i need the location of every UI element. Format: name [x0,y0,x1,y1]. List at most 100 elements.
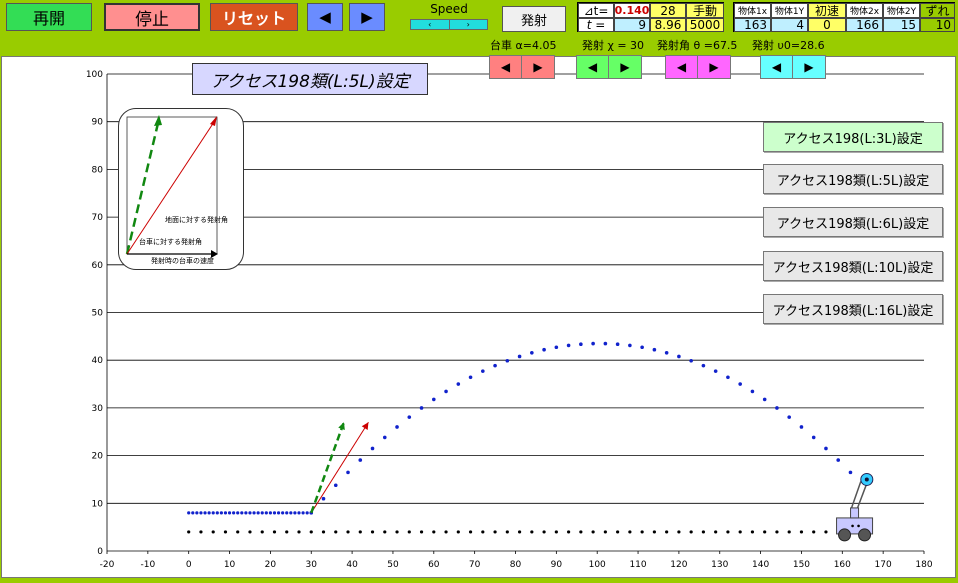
cart-point [517,530,522,534]
chi-increase-button[interactable]: ▶ [609,56,641,78]
fire-chi-label: 発射 χ = 30 [582,39,645,52]
y-tick-label: 10 [92,499,104,509]
pre-launch-point [244,511,248,515]
speed-label: Speed [430,2,468,16]
projectile-point [701,363,706,368]
angle-decrease-button[interactable]: ◀ [666,56,698,78]
cart-point [775,530,779,534]
obj2y-value: 15 [883,18,920,32]
cart-point [701,530,706,534]
triangle-left-icon: ◀ [319,8,331,26]
pre-launch-point [264,511,268,515]
speed-decrease[interactable]: ‹ [411,20,450,29]
projectile-point [579,342,583,346]
cart-point [309,530,313,534]
preset-button-6l[interactable]: アクセス198類(L:6L)設定 [763,207,943,237]
projectile-point [407,415,412,419]
projectile-point [419,406,424,410]
ground-angle-vector [126,118,217,255]
preset-button-10l[interactable]: アクセス198類(L:10L)設定 [763,251,943,281]
cart-point [419,530,424,534]
angle-increase-button[interactable]: ▶ [698,56,730,78]
chi-adjuster: ◀ ▶ [576,55,642,79]
x-tick-label: 20 [265,560,277,570]
projectile-point [677,354,681,359]
cart-point [236,530,240,534]
speed-slider[interactable]: ‹ › [410,19,488,30]
t-max: 5000 [686,18,724,32]
projectile-point [333,483,338,488]
pre-launch-point [232,511,236,515]
v0-decrease-button[interactable]: ◀ [761,56,793,78]
label-cart-angle: 台車に対する発射角 [139,238,202,246]
cart-point [248,530,252,534]
pre-launch-point [236,511,240,515]
y-tick-label: 70 [92,213,104,223]
config-title: アクセス198類(L:5L)設定 [192,63,428,95]
projectile-point [848,470,853,475]
projectile-point [554,345,559,350]
cart-point [763,530,767,534]
cart-point [187,530,191,534]
cart-angle-vector [125,118,161,255]
preset-button-16l[interactable]: アクセス198類(L:16L)設定 [763,294,943,324]
cart-wheel [858,528,872,542]
step-value: 28 [650,3,686,18]
v0-increase-button[interactable]: ▶ [793,56,825,78]
cart-point [554,530,558,534]
chi-decrease-button[interactable]: ◀ [577,56,609,78]
projectile-point [517,354,522,359]
cart-rivet [851,524,854,528]
ground-angle-arrowhead [210,116,217,126]
speed-increase[interactable]: › [450,20,488,29]
projectile-point [493,363,497,368]
dt-label: ⊿t= [578,3,614,18]
pre-launch-point [219,511,223,515]
pre-launch-point [289,511,293,515]
offset-label: ずれ [920,3,955,18]
reset-button[interactable]: リセット [210,3,298,31]
cart-point [824,530,828,534]
mode-label[interactable]: 手動 [686,3,724,18]
speed-control: Speed ‹ › [408,2,490,31]
step-back-button[interactable]: ◀ [307,3,343,31]
preset-button-3l[interactable]: アクセス198(L:3L)設定 [763,122,943,152]
cart-point [297,530,301,534]
projectile-point [824,446,828,451]
y-tick-label: 40 [92,356,104,366]
cart-point [199,530,203,534]
pre-launch-point [301,511,305,515]
cart-point [211,530,215,534]
projectile-point [689,358,693,363]
stop-button[interactable]: 停止 [104,3,200,31]
cart-turret [850,507,860,519]
cart-point [334,530,338,534]
x-tick-label: 60 [428,560,440,570]
x-tick-label: -20 [100,560,115,570]
y-tick-label: 50 [92,309,104,319]
cart-alpha-label: 台車 α=4.05 [490,39,557,52]
cart-point [738,530,742,534]
preset-button-5l[interactable]: アクセス198類(L:5L)設定 [763,164,943,194]
resume-button[interactable]: 再開 [6,3,92,31]
pre-launch-point [305,511,309,515]
alpha-decrease-button[interactable]: ◀ [490,56,522,78]
projectile-point [481,369,485,373]
obj1x-label: 物体1x [734,3,771,18]
y-tick-label: 100 [86,70,103,80]
step-forward-button[interactable]: ▶ [349,3,385,31]
v0-adjuster: ◀ ▶ [760,55,826,79]
t-value: 8.96 [650,18,686,32]
projectile-point [811,435,816,440]
cart-point [714,530,718,534]
x-tick-label: 150 [793,560,810,570]
fire-button[interactable]: 発射 [502,6,566,32]
cart-point [628,530,632,534]
launch-vector [310,421,346,514]
projectile-point [358,458,363,462]
projectile-point [799,425,804,429]
simulation-window: 再開 停止 リセット ◀ ▶ Speed ‹ › 発射 ⊿t= 0.140 28… [0,0,958,578]
x-tick-label: 70 [469,560,481,570]
alpha-increase-button[interactable]: ▶ [522,56,554,78]
pre-launch-point [223,511,228,515]
